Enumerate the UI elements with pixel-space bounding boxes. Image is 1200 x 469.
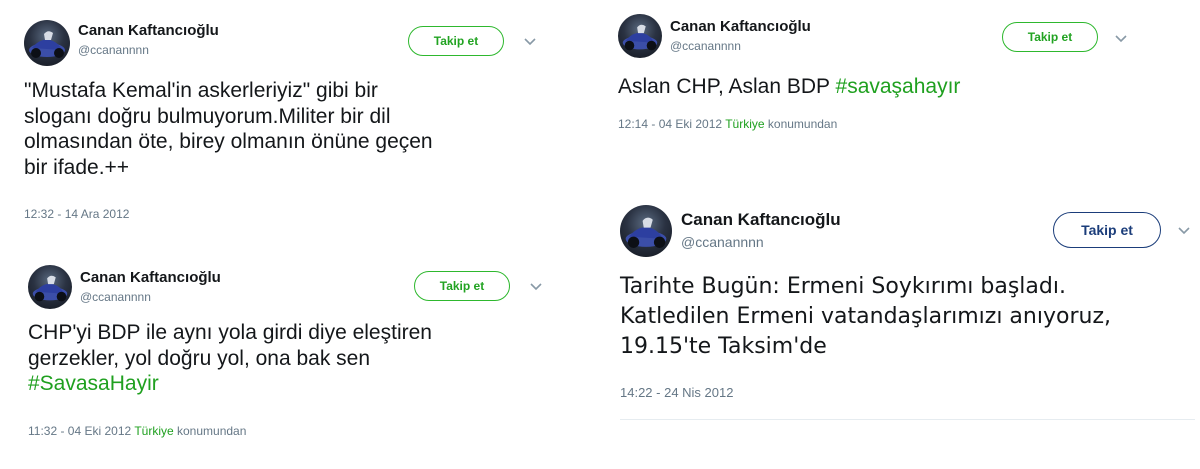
tweet-text-line: CHP'yi BDP ile aynı yola girdi diye eleş… [28,321,432,344]
tweet-text-line: gerzekler, yol doğru yol, ona bak sen [28,346,371,370]
tweet-text-line: olmasından öte, birey olmanın önüne geçe… [24,130,433,154]
avatar[interactable] [618,14,662,58]
author-handle[interactable]: @ccanannnn [80,290,151,304]
tweet-timestamp: 14:22 - 24 Nis 2012 [620,385,733,400]
tweet-text-line: Aslan CHP, Aslan BDP [618,75,836,98]
avatar-motorcycle-image [625,217,667,248]
author-name[interactable]: Canan Kaftancıoğlu [78,22,219,39]
timestamp-text[interactable]: 14:22 - 24 Nis 2012 [620,385,733,400]
hashtag-link[interactable]: #SavasaHayir [28,371,548,397]
tweet-timestamp: 11:32 - 04 Eki 2012 Türkiye konumundan [28,424,246,438]
tweet-text-line: Katledilen Ermeni vatandaşlarımızı anıyo… [620,303,1111,329]
avatar[interactable] [24,20,70,66]
timestamp-text[interactable]: 12:32 - 14 Ara 2012 [24,207,129,221]
hashtag-link[interactable]: #savaşahayır [836,75,961,98]
tweet-text: Aslan CHP, Aslan BDP #savaşahayır [618,74,1178,100]
location-suffix: konumundan [767,117,838,131]
author-name[interactable]: Canan Kaftancıoğlu [670,18,811,35]
location-link[interactable]: Türkiye [134,424,173,438]
follow-button[interactable]: Takip et [414,271,510,301]
tweet-text: CHP'yi BDP ile aynı yola girdi diye eleş… [28,320,548,397]
tweet-card-1: Canan Kaftancıoğlu @ccanannnn Takip et "… [0,0,580,240]
author-handle[interactable]: @ccanannnn [670,39,741,53]
author-name[interactable]: Canan Kaftancıoğlu [80,269,221,286]
tweet-timestamp[interactable]: 12:32 - 14 Ara 2012 [24,207,129,221]
tweet-text-line: 19.15'te Taksim'de [620,333,827,359]
tweet-card-2: Canan Kaftancıoğlu @ccanannnn Takip et C… [0,250,580,469]
timestamp-text[interactable]: 12:14 - 04 Eki 2012 [618,117,722,131]
tweet-text-line: Tarihte Bugün: Ermeni Soykırımı başladı. [620,274,1066,299]
chevron-down-icon[interactable] [528,278,544,294]
chevron-down-icon[interactable] [522,33,538,49]
tweet-text-line: sloganı doğru bulmuyorum.Militer bir dil [24,104,391,128]
author-name[interactable]: Canan Kaftancıoğlu [681,210,841,230]
follow-button[interactable]: Takip et [1053,212,1161,248]
tweet-text-line: bir ifade.++ [24,155,130,179]
location-link[interactable]: Türkiye [725,117,764,131]
tweet-card-4: Canan Kaftancıoğlu @ccanannnn Takip et T… [600,190,1200,469]
avatar[interactable] [28,265,72,309]
timestamp-text[interactable]: 11:32 - 04 Eki 2012 [28,424,131,438]
tweet-text: Tarihte Bugün: Ermeni Soykırımı başladı.… [620,272,1190,362]
follow-button[interactable]: Takip et [1002,22,1098,52]
divider [620,419,1195,420]
follow-button[interactable]: Takip et [408,26,504,56]
author-handle[interactable]: @ccanannnn [681,234,764,250]
tweet-text: "Mustafa Kemal'in askerleriyiz" gibi bir… [24,78,544,180]
tweet-card-3: Canan Kaftancıoğlu @ccanannnn Takip et A… [600,0,1200,150]
location-suffix: konumundan [177,424,247,438]
tweet-text-line: "Mustafa Kemal'in askerleriyiz" gibi bir [24,79,378,102]
avatar-motorcycle-image [32,275,68,302]
author-handle[interactable]: @ccanannnn [78,43,149,57]
chevron-down-icon[interactable] [1176,222,1192,238]
avatar-motorcycle-image [29,31,65,58]
chevron-down-icon[interactable] [1113,30,1129,46]
avatar-motorcycle-image [622,24,658,51]
tweet-timestamp: 12:14 - 04 Eki 2012 Türkiye konumundan [618,117,837,131]
avatar[interactable] [620,205,672,257]
